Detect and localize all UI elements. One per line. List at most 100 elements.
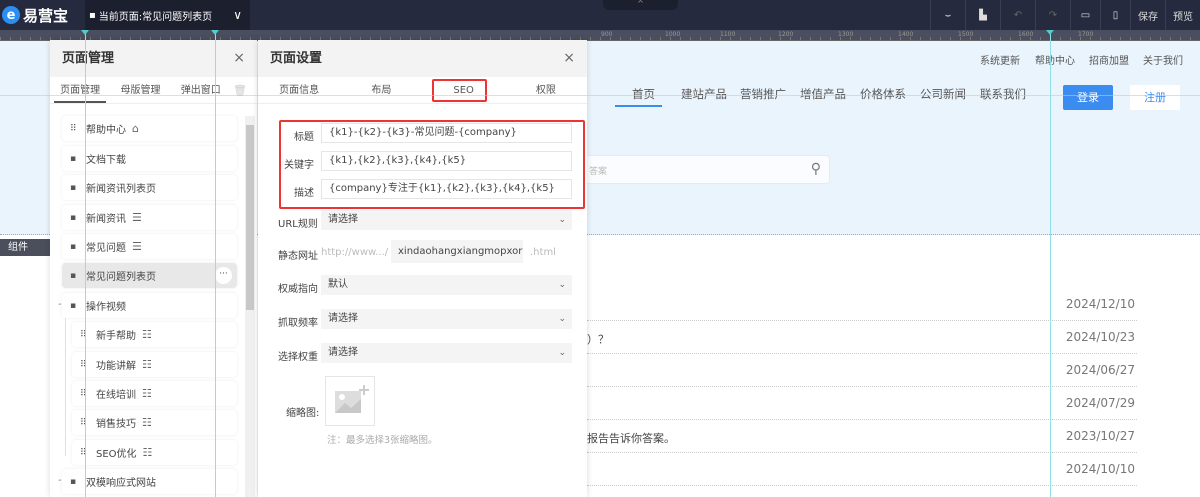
row-title[interactable]: ）？ <box>587 331 609 347</box>
ruler-label: 1400 <box>898 31 914 38</box>
page-item[interactable]: ▪ 新闻资讯 ☰ <box>62 205 237 230</box>
select-value: 默认 <box>328 279 348 290</box>
file-icon: ▪ <box>70 153 77 164</box>
nav-item[interactable]: 价格体系 <box>860 86 906 102</box>
ruler-label: 1300 <box>838 31 854 38</box>
canonical-select[interactable]: 默认 ⌄ <box>321 275 572 295</box>
page-item[interactable]: ▪ 新闻资讯列表页 <box>62 175 237 200</box>
tab-page-manage[interactable]: 页面管理 <box>50 77 110 103</box>
scrollbar-thumb[interactable] <box>246 125 254 310</box>
search-input[interactable]: 答案 ⚲ <box>560 155 830 184</box>
close-icon[interactable]: × <box>563 40 575 77</box>
page-settings-panel: 页面设置 × 页面信息 布局 SEO 权限 <box>258 40 587 497</box>
guide-marker-icon[interactable] <box>211 30 219 35</box>
search-icon[interactable]: ⚲ <box>811 161 821 177</box>
page-item[interactable]: ▪ 文档下载 <box>62 146 237 171</box>
nav-item[interactable]: 建站产品 <box>681 86 727 102</box>
scrollbar[interactable] <box>245 116 255 497</box>
ruler-label: 1700 <box>1078 31 1094 38</box>
row-date: 2024/12/10 <box>1065 297 1135 311</box>
align-icon[interactable]: ▙ <box>965 0 1000 30</box>
page-item[interactable]: ⠿ SEO优化 ☷ <box>72 440 237 465</box>
page-item-label: 新闻资讯 <box>86 214 126 225</box>
top-link[interactable]: 关于我们 <box>1143 52 1183 67</box>
nav-item[interactable]: 营销推广 <box>740 86 786 102</box>
chevron-down-icon: ∨ <box>233 8 242 22</box>
nav-item[interactable]: 公司新闻 <box>920 86 966 102</box>
page-item[interactable]: ⠿ 功能讲解 ☷ <box>72 352 237 377</box>
seo-description-input[interactable]: {company}专注于{k1},{k2},{k3},{k4},{k5} <box>321 179 572 199</box>
url-rule-select[interactable]: 请选择 ⌄ <box>321 210 572 230</box>
page-item-label: 文档下载 <box>86 155 126 166</box>
mobile-icon[interactable]: ▯ <box>1100 0 1130 30</box>
page-item[interactable]: ⠿ 销售技巧 ☷ <box>72 410 237 435</box>
chevron-down-icon: ⌄ <box>558 348 566 358</box>
top-link[interactable]: 系统更新 <box>980 52 1020 67</box>
preview-button[interactable]: 预览 <box>1165 0 1200 30</box>
guide-marker-icon[interactable] <box>1046 30 1054 35</box>
nav-item[interactable]: 联系我们 <box>980 86 1026 102</box>
tab-master-manage[interactable]: 母版管理 <box>110 77 170 103</box>
guide-marker-icon[interactable] <box>81 30 89 35</box>
weight-select[interactable]: 请选择 ⌄ <box>321 343 572 363</box>
redo-icon[interactable]: ↷ <box>1035 0 1070 30</box>
undo-icon[interactable]: ↶ <box>1000 0 1035 30</box>
page-item[interactable]: ▪ 常见问题 ☰ <box>62 234 237 259</box>
page-item[interactable]: ▪ 操作视频 <box>62 293 237 318</box>
logo: e 易营宝 <box>0 0 85 30</box>
row-date: 2024/10/23 <box>1065 330 1135 344</box>
page-item[interactable]: ⠿ 帮助中心 ⌂ <box>62 116 237 141</box>
seo-title-input[interactable]: {k1}-{k2}-{k3}-常见问题-{company} <box>321 123 572 143</box>
file-icon: ▪ <box>70 300 77 311</box>
top-link[interactable]: 招商加盟 <box>1089 52 1129 67</box>
ruler-label: 1200 <box>778 31 794 38</box>
chevron-down-icon: ⌄ <box>558 280 566 290</box>
seo-tab-highlight <box>432 79 487 102</box>
search-placeholder: 答案 <box>589 167 608 177</box>
table-row[interactable]: 2024/06/27 <box>587 354 1137 387</box>
tab-permission[interactable]: 权限 <box>505 77 587 103</box>
close-icon[interactable]: × <box>233 40 245 77</box>
guide-line[interactable] <box>1050 30 1051 497</box>
tab-page-info[interactable]: 页面信息 <box>258 77 340 103</box>
tab-popup[interactable]: 弹出窗口 <box>171 77 231 103</box>
components-tab[interactable]: 组件 <box>0 239 50 256</box>
desktop-icon[interactable]: ▭ <box>1070 0 1100 30</box>
page-item-selected[interactable]: ▪ 常见问题列表页 ··· <box>62 263 237 288</box>
login-button[interactable]: 登录 <box>1063 85 1113 110</box>
crawl-frequency-select[interactable]: 请选择 ⌄ <box>321 309 572 329</box>
page-item-label: 在线培训 <box>96 390 136 401</box>
guide-line[interactable] <box>85 30 86 497</box>
table-row[interactable]: 2024/07/29 <box>587 387 1137 420</box>
table-row[interactable]: ）？ 2024/10/23 <box>587 321 1137 354</box>
guide-line[interactable] <box>0 95 1200 96</box>
thumbnail-upload[interactable] <box>325 376 375 426</box>
current-page-selector[interactable]: ▪ 当前页面:常见问题列表页 ∨ <box>85 0 250 30</box>
panel-title: 页面设置 <box>270 51 323 66</box>
table-row[interactable]: 2024/10/10 <box>587 453 1137 486</box>
page-item[interactable]: ⠿ 新手帮助 ☷ <box>72 322 237 347</box>
page-item-label: 新闻资讯列表页 <box>86 184 156 195</box>
row-title[interactable]: 报告告诉你答案。 <box>587 430 675 446</box>
tab-layout[interactable]: 布局 <box>340 77 422 103</box>
register-button[interactable]: 注册 <box>1130 85 1180 110</box>
static-url-suffix: .html <box>530 247 556 258</box>
row-date: 2024/10/10 <box>1065 462 1135 476</box>
collapse-icon[interactable]: ⌣ <box>930 0 965 30</box>
guide-line[interactable] <box>215 30 216 497</box>
more-icon[interactable]: ··· <box>215 267 232 284</box>
list-icon: ☷ <box>142 387 152 400</box>
page-item-label: 帮助中心 <box>86 125 126 136</box>
save-button[interactable]: 保存 <box>1130 0 1165 30</box>
top-link[interactable]: 帮助中心 <box>1035 52 1075 67</box>
logo-text: 易营宝 <box>23 6 69 25</box>
page-item[interactable]: ⠿ 在线培训 ☷ <box>72 381 237 406</box>
collapse-toolbar-button[interactable]: ^ <box>603 0 678 10</box>
seo-keywords-input[interactable]: {k1},{k2},{k3},{k4},{k5} <box>321 151 572 171</box>
static-url-input[interactable]: xindaohangxiangmopxor <box>391 240 523 263</box>
table-row[interactable]: 报告告诉你答案。 2023/10/27 <box>587 420 1137 453</box>
nav-item[interactable]: 增值产品 <box>800 86 846 102</box>
page-item[interactable]: ▪ 双模响应式网站 <box>62 469 237 494</box>
table-row[interactable]: 2024/12/10 <box>587 288 1137 321</box>
nav-item[interactable]: 首页 <box>632 86 655 102</box>
